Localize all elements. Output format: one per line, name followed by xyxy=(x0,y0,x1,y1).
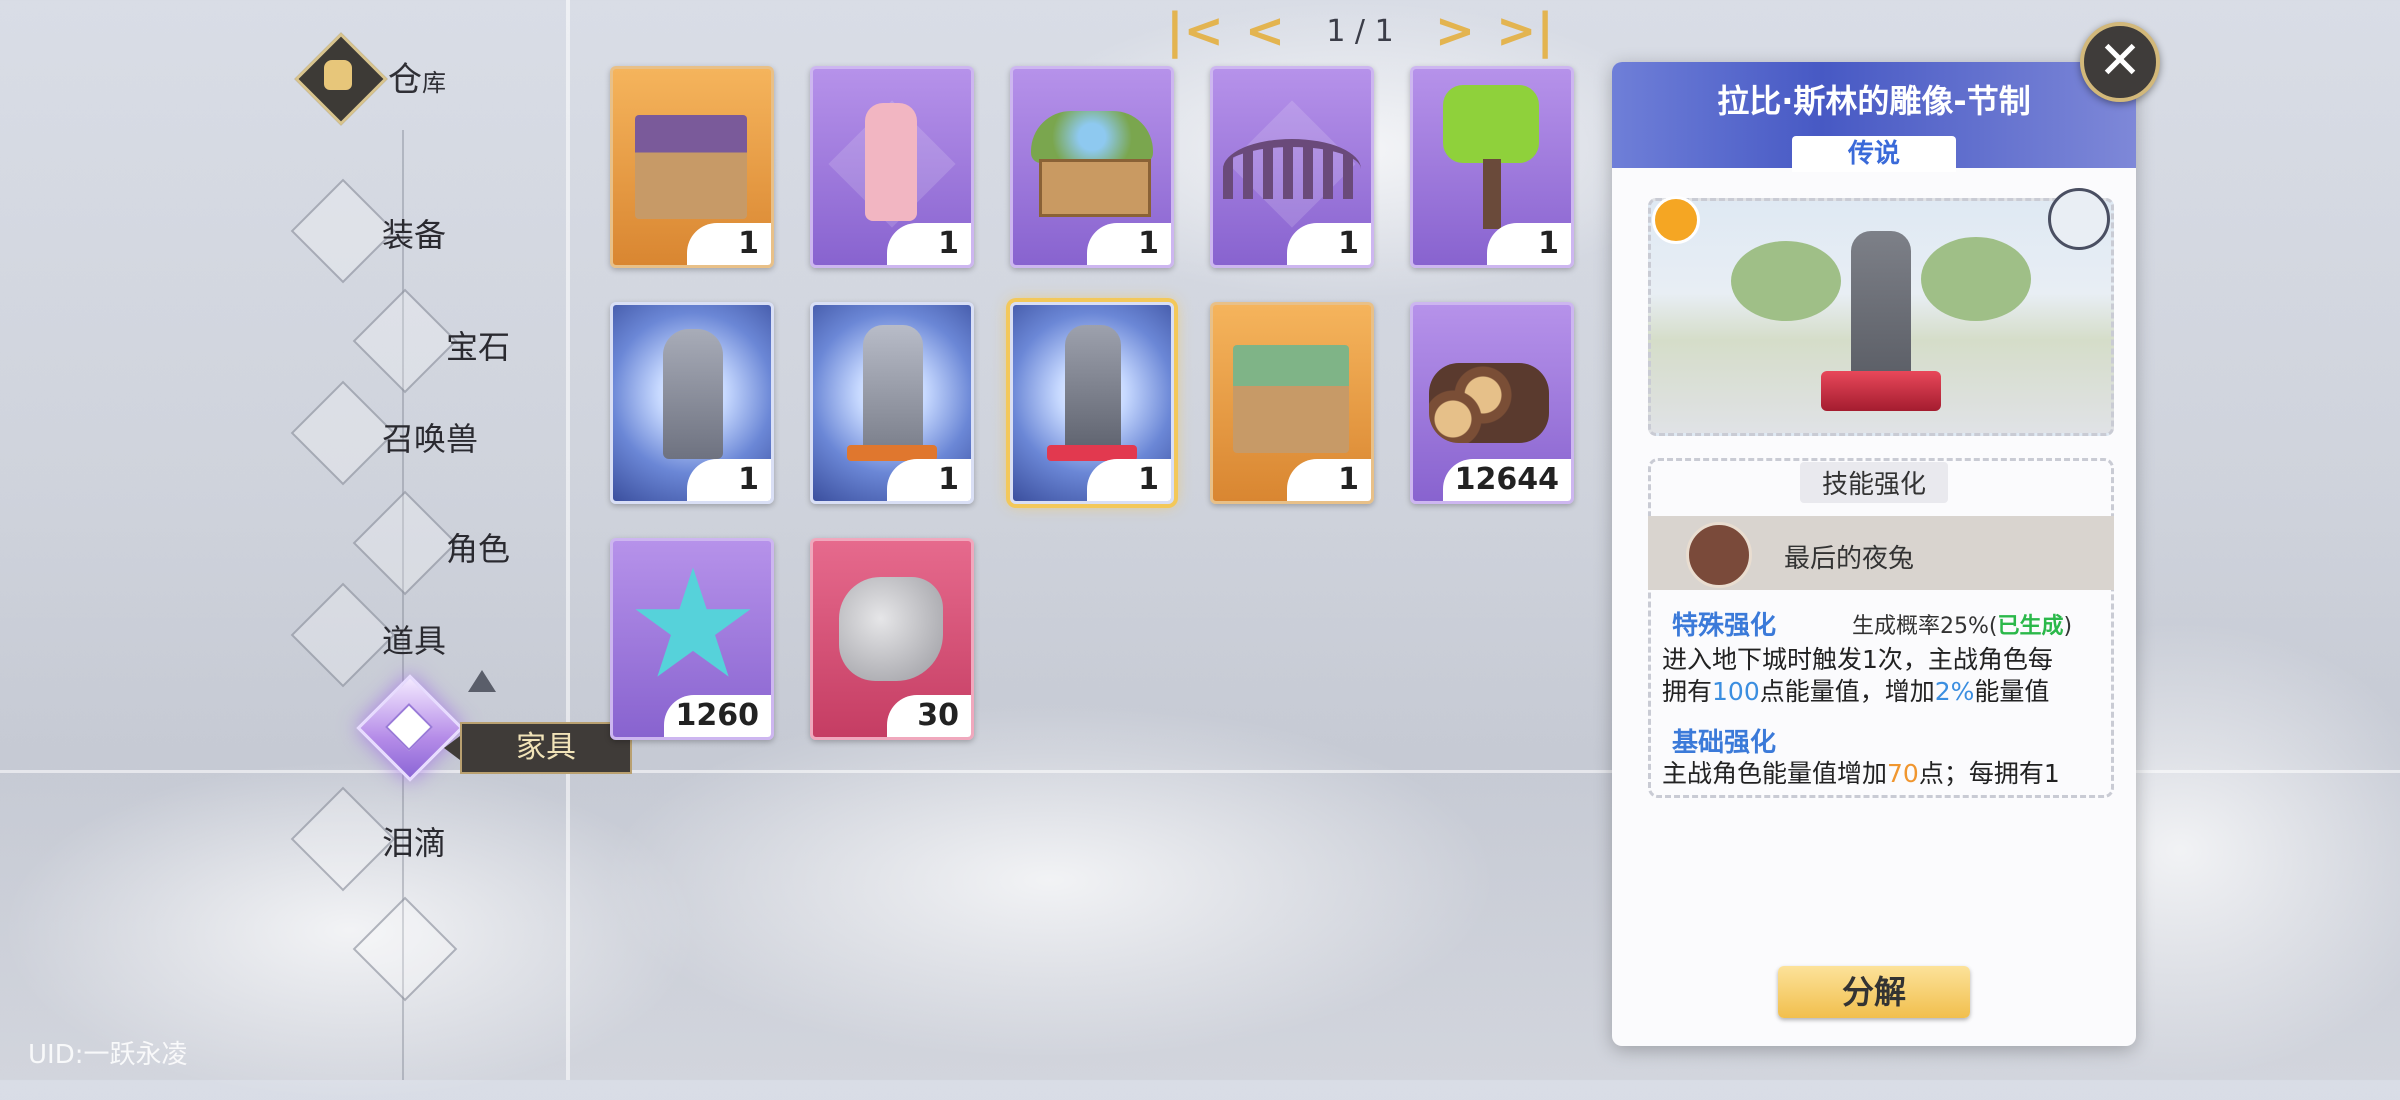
shop-building-icon xyxy=(635,115,747,219)
statue-hat-icon xyxy=(663,329,723,459)
preview-bush xyxy=(1731,241,1841,321)
planter-box xyxy=(1039,159,1151,217)
nav-diamond-icon xyxy=(290,582,396,688)
inventory-slot-selected[interactable]: 1 xyxy=(1010,302,1174,504)
item-count: 1260 xyxy=(663,695,771,737)
pink-statue-icon xyxy=(865,103,917,221)
nav-divider xyxy=(566,0,570,1080)
item-count: 1 xyxy=(1487,223,1571,265)
nav-item-teardrops[interactable]: 泪滴 xyxy=(382,818,446,864)
tree-icon xyxy=(1443,85,1539,163)
inventory-slot[interactable]: ★ 1260 xyxy=(610,538,774,740)
special-desc-line2: 拥有100点能量值，增加2%能量值 xyxy=(1662,677,2050,706)
green-roof-shop-icon xyxy=(1233,345,1349,453)
tree-trunk xyxy=(1483,159,1501,229)
item-count: 12644 xyxy=(1442,459,1571,501)
inventory-slot[interactable]: 1 xyxy=(810,302,974,504)
base-desc: 主战角色能量值增加70点；每拥有1 xyxy=(1662,759,2060,788)
item-count: 1 xyxy=(687,223,771,265)
item-count: 1 xyxy=(687,459,771,501)
skill-emblem-icon xyxy=(1686,522,1752,588)
nav-diamond-icon xyxy=(352,490,458,596)
flower-planter-icon xyxy=(1031,111,1153,163)
warehouse-bag-icon xyxy=(294,32,388,126)
item-count: 1 xyxy=(1287,223,1371,265)
special-desc-line1: 进入地下城时触发1次，主战角色每 xyxy=(1662,645,2053,674)
warehouse-header: 仓库 xyxy=(294,32,446,126)
next-page-button[interactable]: > xyxy=(1420,6,1490,56)
statue-rabbit-icon xyxy=(1065,325,1121,453)
decompose-button[interactable]: 分解 xyxy=(1778,966,1970,1018)
warehouse-title: 仓库 xyxy=(388,59,446,100)
crystal-star-icon: ★ xyxy=(625,538,761,712)
first-page-button[interactable]: |< xyxy=(1160,6,1230,56)
item-count: 1 xyxy=(1087,459,1171,501)
inventory-slot[interactable]: 12644 xyxy=(1410,302,1574,504)
special-enhance-label: 特殊强化 xyxy=(1672,611,1777,641)
nav-item-items[interactable]: 道具 xyxy=(382,616,446,662)
statue-sword-icon xyxy=(863,325,923,453)
item-preview xyxy=(1648,198,2114,436)
item-count: 1 xyxy=(887,459,971,501)
character-portrait-icon xyxy=(2048,188,2110,250)
nav-diamond-icon xyxy=(352,288,458,394)
last-page-button[interactable]: >| xyxy=(1490,6,1560,56)
inventory-slot[interactable]: 1 xyxy=(610,66,774,268)
inventory-slot[interactable]: 30 xyxy=(810,538,974,740)
item-title: 拉比·斯林的雕像-节制 xyxy=(1717,82,2031,120)
item-count: 30 xyxy=(887,695,971,737)
preview-bush xyxy=(1921,237,2031,321)
nav-item-summons[interactable]: 召唤兽 xyxy=(382,414,478,460)
item-count: 1 xyxy=(887,223,971,265)
background-cloud xyxy=(600,700,1500,1060)
rarity-badge: 传说 xyxy=(1792,136,1956,172)
inventory-slot[interactable]: 1 xyxy=(810,66,974,268)
skill-section-title: 技能强化 xyxy=(1612,462,2136,503)
nav-item-gems[interactable]: 宝石 xyxy=(446,322,510,368)
nav-item-furniture[interactable]: 家具 xyxy=(444,722,632,774)
special-rate: 生成概率25%(已生成) xyxy=(1852,614,2073,639)
prev-page-button[interactable]: < xyxy=(1230,6,1300,56)
nav-diamond-icon xyxy=(290,380,396,486)
wood-logs-icon xyxy=(1429,363,1549,443)
item-detail-panel: 拉比·斯林的雕像-节制 传说 技能强化 最后的夜兔 特殊强化 生成概率25%(已… xyxy=(1612,62,2136,1046)
character-avatar-icon xyxy=(1652,196,1700,244)
page-indicator: 1 / 1 xyxy=(1326,13,1394,49)
inventory-slot[interactable]: 1 xyxy=(610,302,774,504)
preview-statue-base xyxy=(1821,371,1941,411)
pager: |< < 1 / 1 > >| xyxy=(1160,6,1560,56)
item-count: 1 xyxy=(1087,223,1171,265)
nav-item-equipment[interactable]: 装备 xyxy=(382,210,446,256)
wooden-fence-icon xyxy=(1223,139,1361,199)
close-icon[interactable]: ✕ xyxy=(2080,22,2160,102)
inventory-slot[interactable]: 1 xyxy=(1410,66,1574,268)
item-count: 1 xyxy=(1287,459,1371,501)
nav-diamond-icon xyxy=(290,178,396,284)
nav-item-characters[interactable]: 角色 xyxy=(446,524,510,570)
inventory-slot[interactable]: 1 xyxy=(1210,302,1374,504)
inventory-slot[interactable]: 1 xyxy=(1210,66,1374,268)
inventory-slot[interactable]: 1 xyxy=(1010,66,1174,268)
preview-statue xyxy=(1851,231,1911,381)
uid-label: UID:一跃永凌 xyxy=(28,1040,188,1070)
triangle-indicator-icon xyxy=(468,670,496,692)
skill-name: 最后的夜兔 xyxy=(1784,544,1915,574)
stone-ore-icon xyxy=(839,577,943,681)
